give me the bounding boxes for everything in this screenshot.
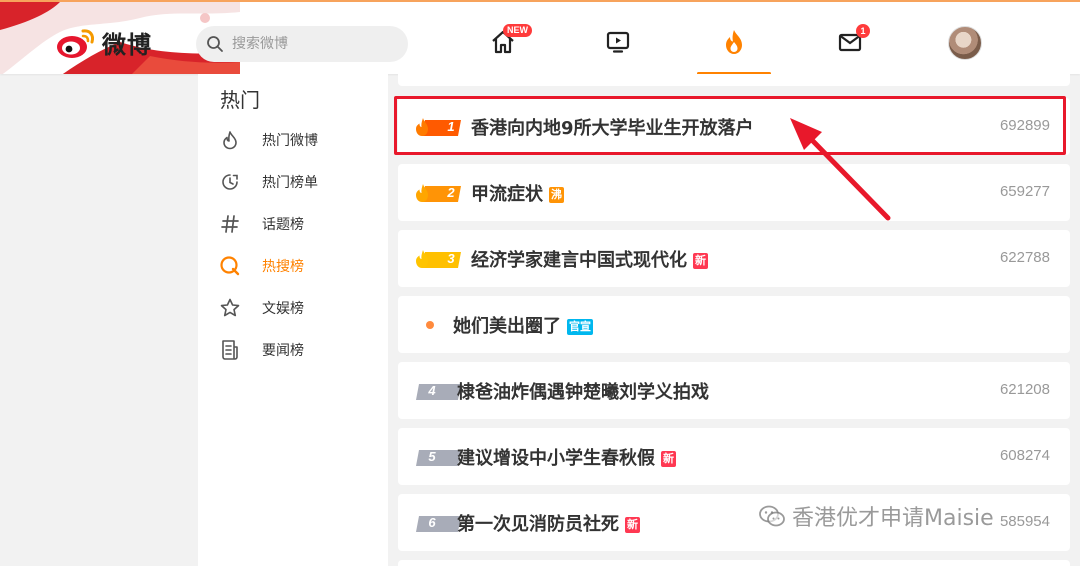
hot-topic-title-text: 第一次见消防员社死 xyxy=(457,514,619,535)
flame-outline-icon xyxy=(218,128,242,152)
rank-number: 2 xyxy=(447,185,455,200)
promoted-dot xyxy=(426,321,434,329)
list-item[interactable]: 4 棣爸油炸偶遇钟楚曦刘学义拍戏 621208 xyxy=(398,362,1070,419)
hot-topic-title[interactable]: 建议增设中小学生春秋假新 xyxy=(457,444,676,470)
hash-icon xyxy=(218,212,242,236)
list-item-partial xyxy=(398,74,1070,86)
rank-number: 3 xyxy=(447,251,455,266)
heat-count: 659277 xyxy=(999,183,1050,200)
sidebar-item-hot-search[interactable]: 热搜榜 xyxy=(218,251,378,281)
hot-topic-title[interactable]: 香港向内地9所大学毕业生开放落户 xyxy=(471,114,754,140)
message-count-badge: 1 xyxy=(856,24,870,38)
heat-count: 621208 xyxy=(999,381,1050,398)
sidebar-item-hot-rankings[interactable]: 热门榜单 xyxy=(218,167,378,197)
sidebar-item-label: 热门微博 xyxy=(262,133,318,149)
list-item[interactable]: 5 建议增设中小学生春秋假新 608274 xyxy=(398,428,1070,485)
clock-chart-icon xyxy=(218,170,242,194)
sidebar-item-label: 要闻榜 xyxy=(262,343,304,359)
logo-text: 微博 xyxy=(102,29,152,59)
weibo-eye-icon xyxy=(57,29,94,58)
wechat-icon xyxy=(759,505,785,527)
sidebar-item-label: 文娱榜 xyxy=(262,301,304,317)
nav-video[interactable] xyxy=(578,20,658,64)
sidebar-item-label: 热门榜单 xyxy=(262,175,318,191)
hot-topic-title[interactable]: 第一次见消防员社死新 xyxy=(457,510,640,536)
search-input[interactable] xyxy=(230,35,394,53)
hot-topic-title-text: 她们美出圈了 xyxy=(453,316,561,337)
list-item[interactable]: 1 香港向内地9所大学毕业生开放落户 692899 xyxy=(398,98,1070,155)
heat-count: 585954 xyxy=(999,513,1050,530)
star-outline-icon xyxy=(218,296,242,320)
wechat-watermark: 香港优才申请Maisie xyxy=(758,500,994,532)
hot-topic-title[interactable]: 棣爸油炸偶遇钟楚曦刘学义拍戏 xyxy=(457,378,709,404)
new-tag: 新 xyxy=(693,253,708,269)
hot-flame-icon xyxy=(726,30,742,54)
list-item[interactable]: 2 甲流症状沸 659277 xyxy=(398,164,1070,221)
list-item-partial xyxy=(398,560,1070,566)
hot-topic-title[interactable]: 甲流症状沸 xyxy=(471,180,564,206)
rank-number: 4 xyxy=(428,383,436,398)
rank-number: 6 xyxy=(428,515,436,530)
red-arrow-annotation xyxy=(790,118,891,221)
top-navigation-bar: 微博 NEW 1 xyxy=(0,0,1080,74)
heat-count: 608274 xyxy=(999,447,1050,464)
news-icon xyxy=(218,338,242,362)
sidebar-item-label: 热搜榜 xyxy=(262,259,304,275)
hot-sidebar: 热门 热门微博 热门榜单 话题榜 热搜榜 文娱榜 要闻榜 xyxy=(198,74,388,566)
official-tag: 官宣 xyxy=(567,319,593,335)
rank-number: 5 xyxy=(428,449,436,464)
heat-count: 692899 xyxy=(999,117,1050,134)
list-item[interactable]: 3 经济学家建言中国式现代化新 622788 xyxy=(398,230,1070,287)
sidebar-item-label: 话题榜 xyxy=(262,217,304,233)
sidebar-item-news[interactable]: 要闻榜 xyxy=(218,335,378,365)
user-avatar[interactable] xyxy=(948,26,982,60)
sidebar-item-topics[interactable]: 话题榜 xyxy=(218,209,378,239)
video-play-icon xyxy=(606,31,630,53)
sidebar-title: 热门 xyxy=(220,88,260,112)
sidebar-item-entertainment[interactable]: 文娱榜 xyxy=(218,293,378,323)
hot-topic-title-text: 经济学家建言中国式现代化 xyxy=(471,250,687,271)
hot-topic-title-text: 甲流症状 xyxy=(471,184,543,205)
hot-search-list: 1 香港向内地9所大学毕业生开放落户 692899 2 甲流症状沸 659277… xyxy=(398,74,1070,566)
rank-number: 1 xyxy=(447,119,455,134)
new-tag: 新 xyxy=(625,517,640,533)
heat-count: 622788 xyxy=(999,249,1050,266)
hot-topic-title[interactable]: 她们美出圈了 官宣 xyxy=(453,312,593,338)
new-badge: NEW xyxy=(503,24,532,37)
hot-topic-title[interactable]: 经济学家建言中国式现代化新 xyxy=(471,246,708,272)
search-box[interactable] xyxy=(196,26,408,62)
search-icon xyxy=(207,36,223,52)
nav-home[interactable]: NEW xyxy=(463,20,543,64)
nav-hot[interactable] xyxy=(694,20,774,64)
sidebar-item-hot-weibo[interactable]: 热门微博 xyxy=(218,125,378,155)
search-q-icon xyxy=(218,254,242,278)
nav-messages[interactable]: 1 xyxy=(810,20,890,64)
new-tag: 新 xyxy=(661,451,676,467)
boiling-tag: 沸 xyxy=(549,187,564,203)
watermark-text: 香港优才申请Maisie xyxy=(792,506,994,531)
list-item-promoted[interactable]: 她们美出圈了 官宣 xyxy=(398,296,1070,353)
weibo-logo[interactable]: 微博 xyxy=(56,24,152,60)
hot-topic-title-text: 建议增设中小学生春秋假 xyxy=(457,448,655,469)
